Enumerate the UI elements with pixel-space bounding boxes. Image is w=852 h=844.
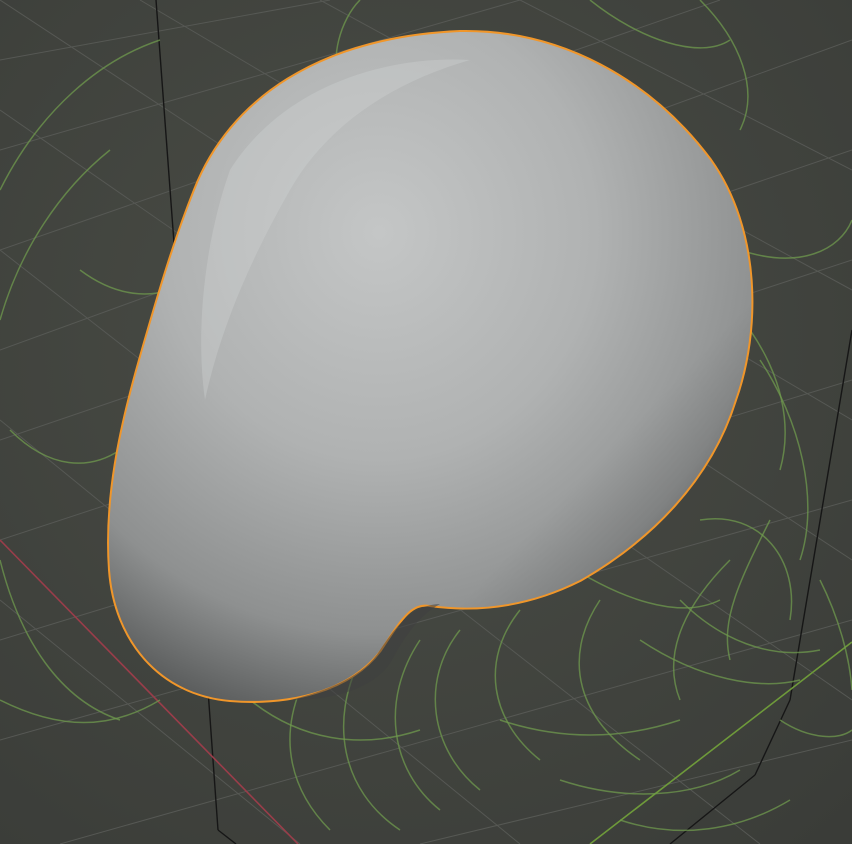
3d-viewport[interactable] xyxy=(0,0,852,844)
